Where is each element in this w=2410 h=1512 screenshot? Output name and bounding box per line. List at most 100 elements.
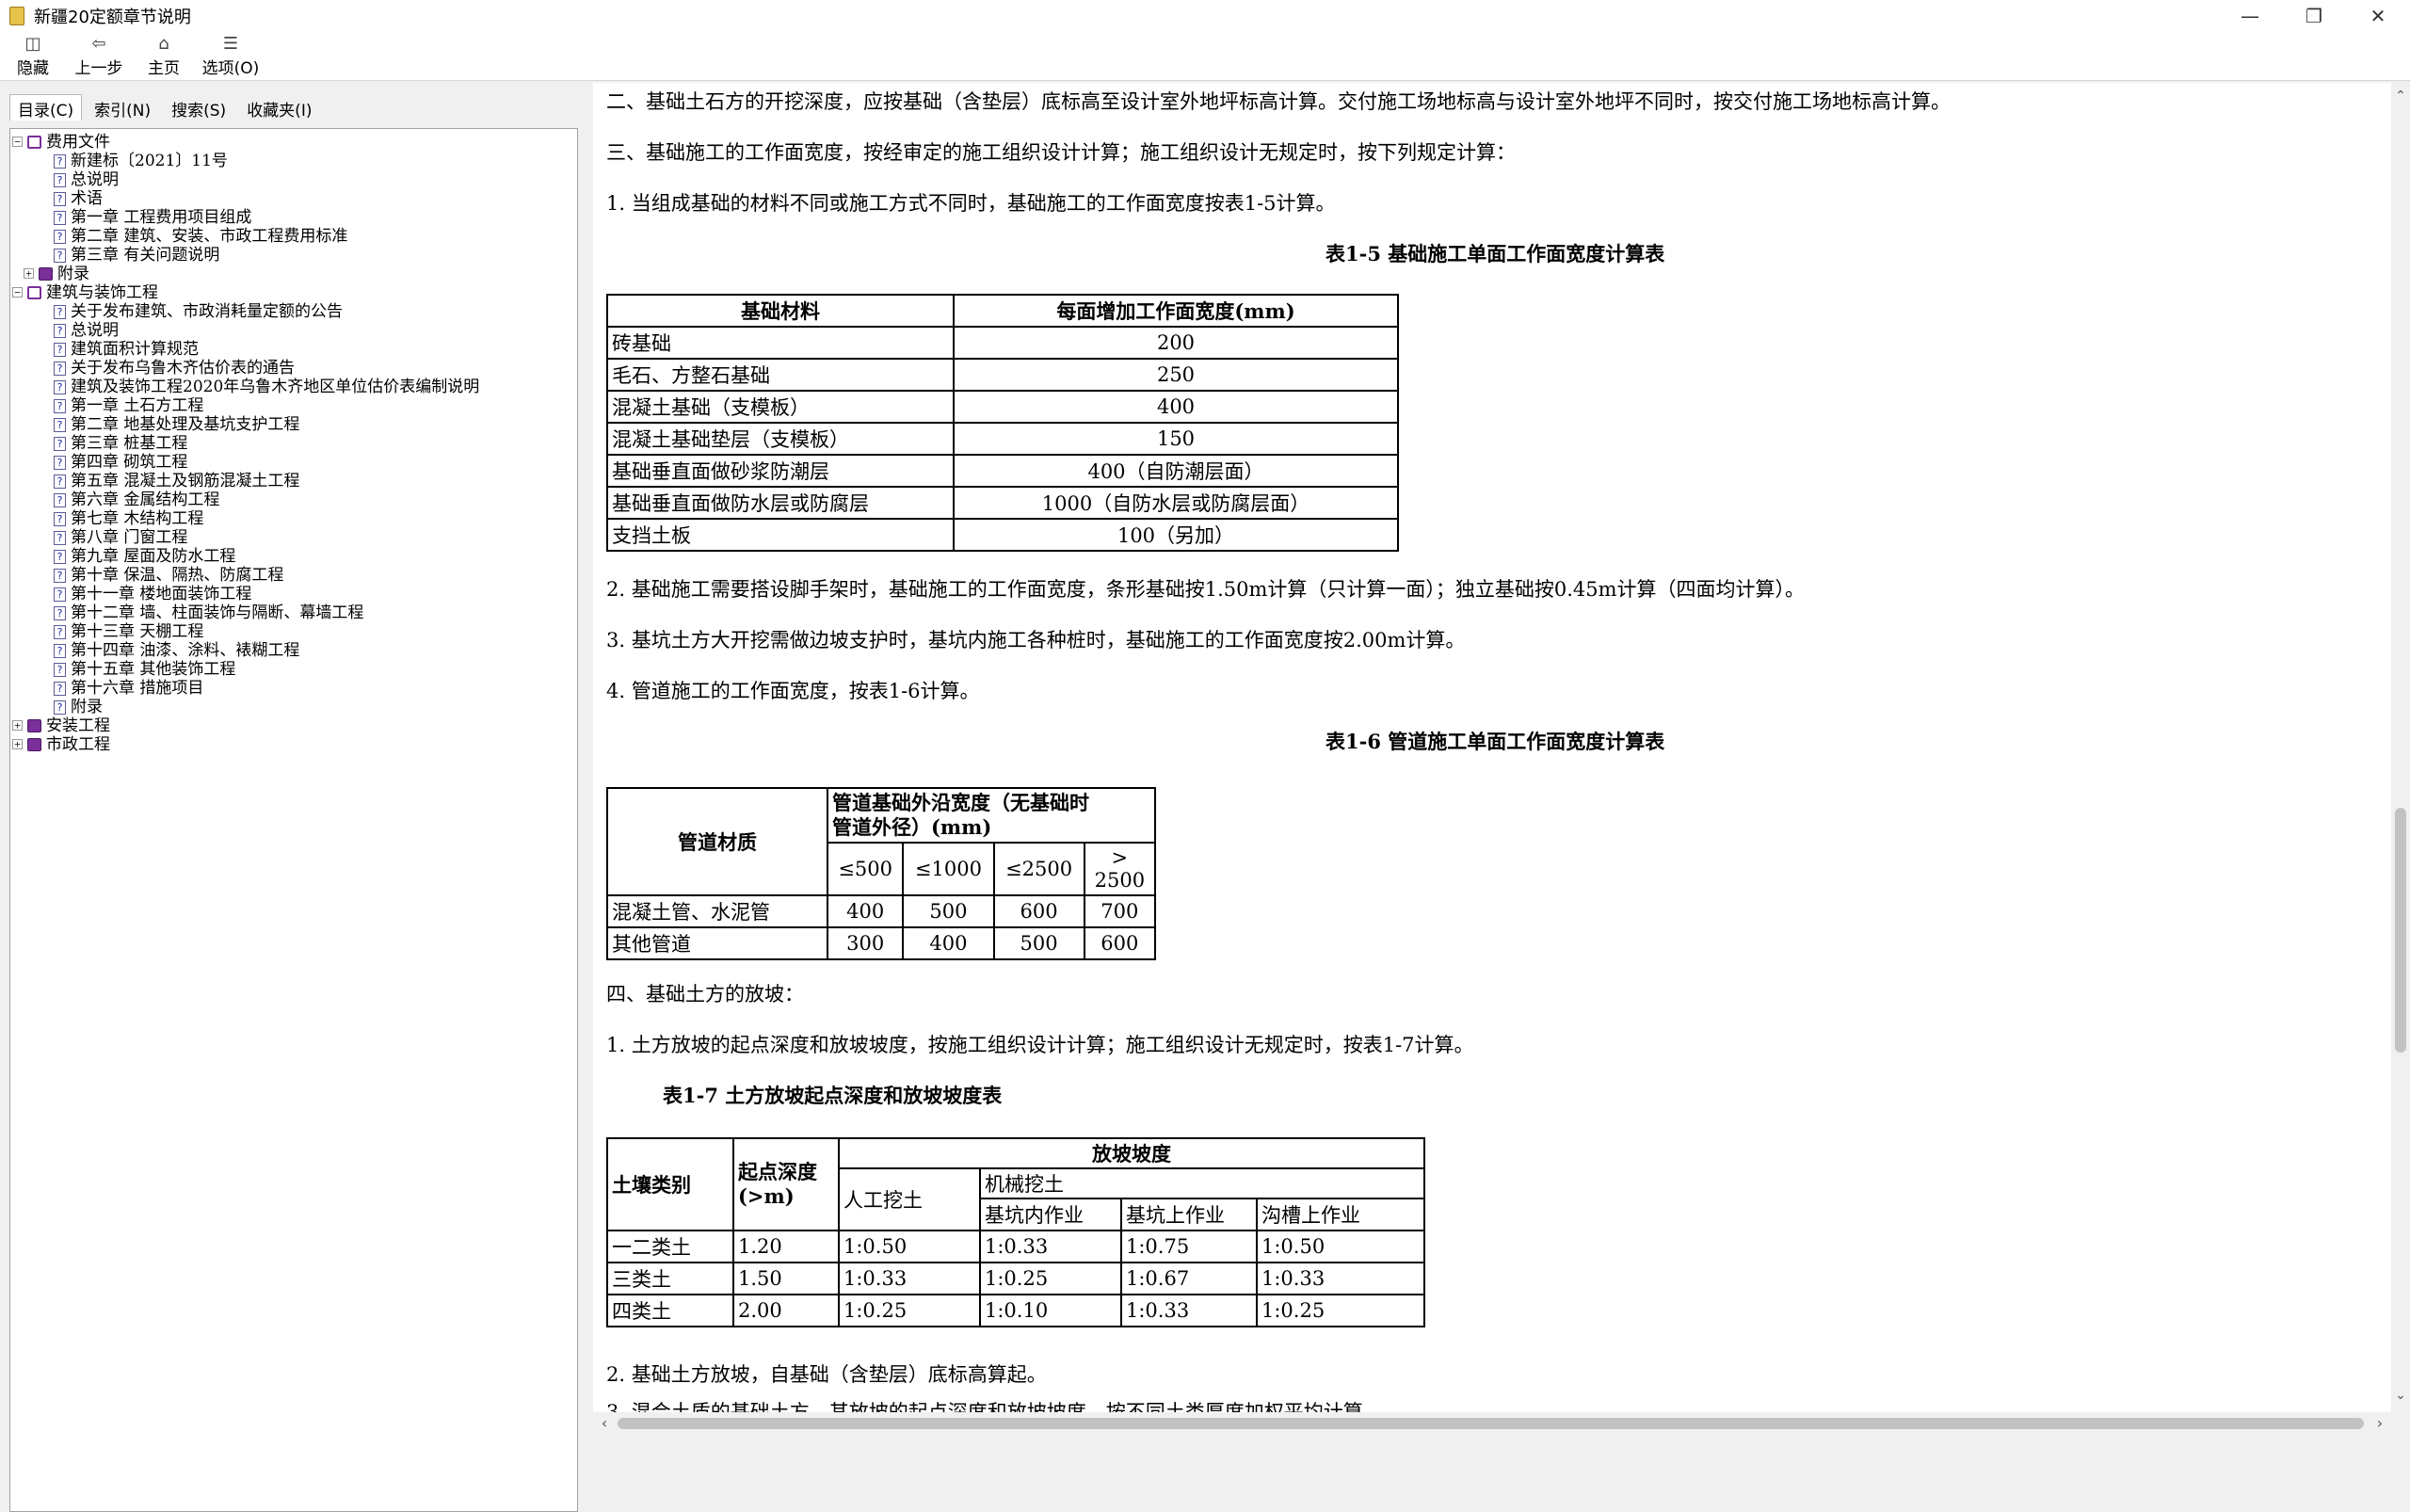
table-cell: 沟槽上作业: [1256, 1198, 1425, 1231]
horizontal-scroll-thumb[interactable]: [618, 1418, 2364, 1429]
horizontal-scrollbar[interactable]: ‹ ›: [593, 1412, 2391, 1435]
scroll-left-icon[interactable]: ‹: [593, 1412, 616, 1435]
tree-item-label: 关于发布乌鲁木齐估价表的通告: [71, 359, 295, 378]
minimize-button[interactable]: —: [2218, 0, 2282, 32]
tree-folder[interactable]: + 市政工程: [10, 735, 577, 754]
tree-item[interactable]: ? 第十一章 楼地面装饰工程: [10, 585, 577, 603]
expand-icon[interactable]: +: [12, 739, 23, 749]
tree-item[interactable]: ? 总说明: [10, 170, 577, 189]
tree-item[interactable]: ? 关于发布乌鲁木齐估价表的通告: [10, 359, 577, 378]
options-button[interactable]: ☰ 选项(O): [200, 34, 262, 79]
tree-item[interactable]: ? 第七章 木结构工程: [10, 509, 577, 528]
tree-item[interactable]: ? 第十三章 天棚工程: [10, 622, 577, 641]
help-page-icon: ?: [54, 399, 66, 413]
home-button[interactable]: ⌂ 主页: [145, 34, 183, 79]
tree-item[interactable]: ? 第八章 门窗工程: [10, 528, 577, 547]
tree-item-label: 第九章 屋面及防水工程: [71, 547, 236, 566]
paragraph: 3. 基坑土方大开挖需做边坡支护时，基坑内施工各种桩时，基础施工的工作面宽度按2…: [606, 629, 1466, 651]
close-button[interactable]: ✕: [2346, 0, 2410, 32]
table-cell: 1:0.33: [838, 1262, 981, 1295]
pane-splitter[interactable]: [586, 83, 593, 1439]
expand-icon[interactable]: +: [12, 720, 23, 731]
tree-item[interactable]: ? 建筑及装饰工程2020年乌鲁木齐地区单位估价表编制说明: [10, 378, 577, 396]
expand-icon[interactable]: +: [24, 268, 34, 279]
tab-index[interactable]: 索引(N): [86, 94, 159, 121]
table-row: 毛石、方整石基础 250: [606, 358, 1399, 392]
tree-item[interactable]: ? 第一章 工程费用项目组成: [10, 208, 577, 227]
help-page-icon: ?: [54, 305, 66, 319]
tree-item[interactable]: ? 术语: [10, 189, 577, 208]
tree-item[interactable]: ? 第三章 桩基工程: [10, 434, 577, 453]
tree-item[interactable]: ? 附录: [10, 698, 577, 716]
vertical-scroll-thumb[interactable]: [2395, 808, 2406, 1053]
tree-folder[interactable]: + 附录: [10, 265, 577, 283]
table-cell: 1:0.50: [838, 1230, 981, 1263]
restore-button[interactable]: ❐: [2282, 0, 2346, 32]
help-page-icon: ?: [54, 475, 66, 489]
table-cell: ≤1000: [902, 842, 995, 896]
tree-item[interactable]: ? 第十章 保温、隔热、防腐工程: [10, 566, 577, 585]
table-cell: 1:0.50: [1256, 1230, 1425, 1263]
tree-item[interactable]: ? 建筑面积计算规范: [10, 340, 577, 359]
hide-button[interactable]: ◫ 隐藏: [13, 34, 53, 79]
table-cell: 1:0.33: [1120, 1294, 1258, 1327]
tree-item[interactable]: ? 第三章 有关问题说明: [10, 246, 577, 265]
table-header-row: 基础材料 每面增加工作面宽度(mm): [606, 294, 1399, 328]
collapse-icon[interactable]: −: [12, 137, 23, 147]
tree-item[interactable]: ? 第十四章 油漆、涂料、裱糊工程: [10, 641, 577, 660]
tree-item[interactable]: ? 第二章 建筑、安装、市政工程费用标准: [10, 227, 577, 246]
table-cell: 1:0.25: [838, 1294, 981, 1327]
tree-item[interactable]: ? 新建标〔2021〕11号: [10, 152, 577, 170]
table-cell: 400（自防潮层面）: [953, 454, 1399, 488]
table-row: 一二类土 1.20 1:0.50 1:0.33 1:0.75 1:0.50: [606, 1230, 1425, 1263]
scroll-right-icon[interactable]: ›: [2369, 1412, 2391, 1435]
help-page-icon: ?: [54, 531, 66, 545]
table-cell: 三类土: [606, 1262, 734, 1295]
tree-item[interactable]: ? 总说明: [10, 321, 577, 340]
table-row: 砖基础 200: [606, 326, 1399, 360]
back-button[interactable]: ⇦ 上一步: [72, 34, 126, 79]
tree-item[interactable]: ? 第九章 屋面及防水工程: [10, 547, 577, 566]
vertical-scrollbar[interactable]: ⌃ ⌄: [2391, 83, 2410, 1412]
table-cell: 机械挖土: [979, 1167, 1425, 1199]
tree-folder[interactable]: − 费用文件: [10, 133, 577, 152]
help-page-icon: ?: [54, 625, 66, 639]
tree-item-label: 第二章 建筑、安装、市政工程费用标准: [71, 227, 348, 246]
tree-folder[interactable]: + 安装工程: [10, 716, 577, 735]
table-cell: 700: [1083, 894, 1157, 928]
tree-item[interactable]: ? 关于发布建筑、市政消耗量定额的公告: [10, 302, 577, 321]
tree-item[interactable]: ? 第二章 地基处理及基坑支护工程: [10, 415, 577, 434]
tree-item[interactable]: ? 第十六章 措施项目: [10, 679, 577, 698]
tree-item[interactable]: ? 第一章 土石方工程: [10, 396, 577, 415]
paragraph: 3. 混合土质的基础土方，其放坡的起点深度和放坡坡度，按不同土类厚度加权平均计算…: [606, 1401, 1383, 1412]
contents-tree[interactable]: − 费用文件? 新建标〔2021〕11号? 总说明? 术语? 第一章 工程费用项目组成? 第…: [9, 128, 578, 1512]
tree-item[interactable]: ? 第四章 砌筑工程: [10, 453, 577, 472]
tree-item[interactable]: ? 第十二章 墙、柱面装饰与隔断、幕墙工程: [10, 603, 577, 622]
help-page-icon: ?: [54, 380, 66, 394]
table-cell: 1:0.33: [1256, 1262, 1425, 1295]
table-cell: 一二类土: [606, 1230, 734, 1263]
tree-item-label: 附录: [57, 265, 89, 283]
table-cell: 1:0.75: [1120, 1230, 1258, 1263]
table-cell: 支挡土板: [606, 518, 955, 552]
table-cell: 400: [902, 926, 995, 960]
tab-search[interactable]: 搜索(S): [163, 94, 234, 121]
tree-item-label: 第二章 地基处理及基坑支护工程: [71, 415, 300, 434]
tree-folder[interactable]: − 建筑与装饰工程: [10, 283, 577, 302]
tab-contents[interactable]: 目录(C): [9, 94, 83, 121]
tab-favorites[interactable]: 收藏夹(I): [238, 94, 320, 121]
table-cell: 600: [1083, 926, 1157, 960]
table-cell: 500: [992, 926, 1085, 960]
table-cell: 1:0.33: [979, 1230, 1122, 1263]
navigation-pane: 目录(C) 索引(N) 搜索(S) 收藏夹(I) − 费用文件? 新建标〔2021〕…: [0, 83, 586, 1512]
tree-item[interactable]: ? 第五章 混凝土及钢筋混凝土工程: [10, 472, 577, 491]
collapse-icon[interactable]: −: [12, 287, 23, 298]
tree-item-label: 第一章 土石方工程: [71, 396, 204, 415]
scroll-down-icon[interactable]: ⌄: [2391, 1388, 2410, 1407]
help-page-icon: ?: [54, 644, 66, 658]
tree-item[interactable]: ? 第六章 金属结构工程: [10, 491, 577, 509]
tree-item-label: 第十一章 楼地面装饰工程: [71, 585, 252, 603]
open-book-icon: [27, 286, 41, 299]
tree-item[interactable]: ? 第十五章 其他装饰工程: [10, 660, 577, 679]
scroll-up-icon[interactable]: ⌃: [2391, 88, 2410, 107]
